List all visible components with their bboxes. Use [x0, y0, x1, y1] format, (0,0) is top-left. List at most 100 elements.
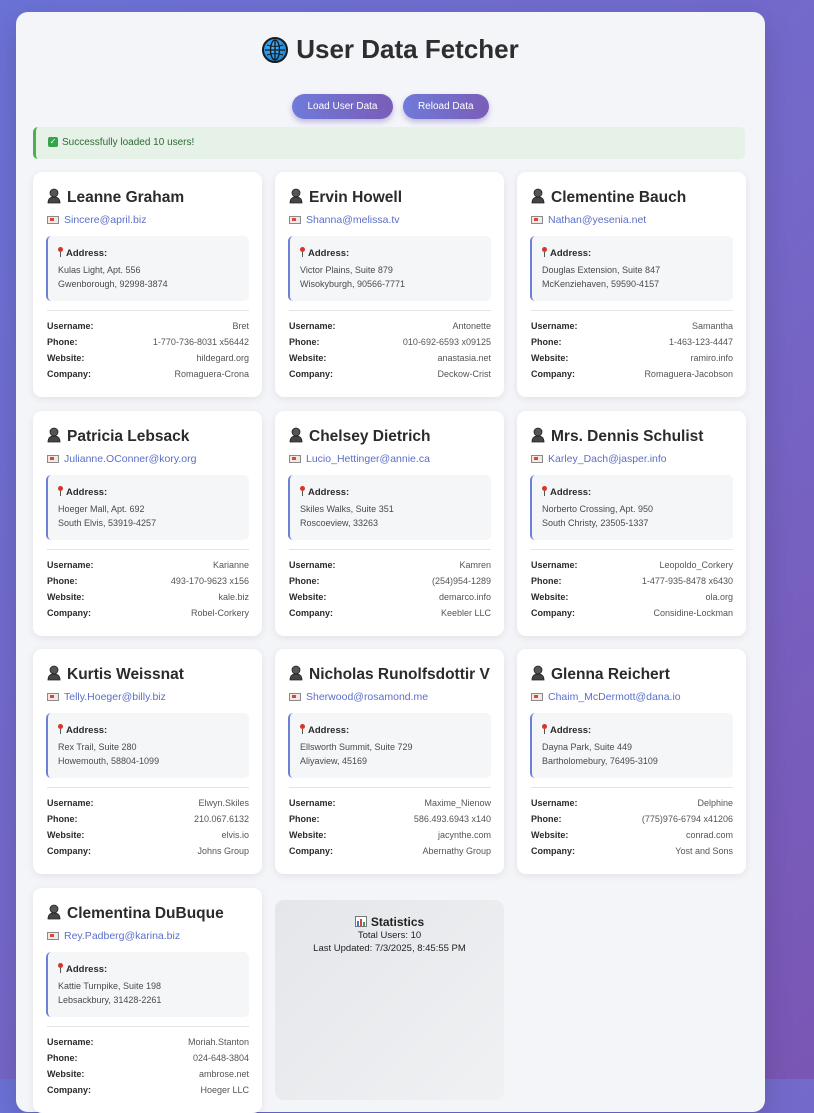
- website-row: Website: ola.org: [531, 592, 733, 602]
- address-box: Address: Skiles Walks, Suite 351 Roscoev…: [288, 475, 491, 540]
- user-email[interactable]: Nathan@yesenia.net: [531, 214, 646, 226]
- address-box: Address: Hoeger Mall, Apt. 692 South Elv…: [46, 475, 249, 540]
- pin-icon: [58, 724, 63, 734]
- page-title: User Data Fetcher: [296, 34, 519, 64]
- website-value: ola.org: [705, 592, 733, 602]
- envelope-icon: [289, 455, 301, 464]
- username-value: Samantha: [691, 321, 733, 331]
- user-card: Chelsey Dietrich Lucio_Hettinger@annie.c…: [275, 411, 504, 636]
- company-row: Company: Deckow-Crist: [289, 369, 491, 379]
- pin-icon: [542, 247, 547, 257]
- company-row: Company: Considine-Lockman: [531, 608, 733, 618]
- address-line-1: Kulas Light, Apt. 556: [58, 265, 141, 275]
- header: User Data Fetcher: [16, 34, 765, 64]
- person-icon: [47, 665, 61, 681]
- address-label: Address:: [308, 487, 350, 498]
- address-box: Address: Kattie Turnpike, Suite 198 Lebs…: [46, 952, 249, 1017]
- username-row: Username: Maxime_Nienow: [289, 798, 491, 808]
- address-label: Address:: [66, 248, 108, 259]
- website-value: kale.biz: [218, 592, 249, 602]
- website-row: Website: anastasia.net: [289, 353, 491, 363]
- phone-value: 024-648-3804: [192, 1053, 249, 1063]
- address-label: Address:: [66, 725, 108, 736]
- user-email[interactable]: Chaim_McDermott@dana.io: [531, 691, 681, 703]
- username-row: Username: Moriah.Stanton: [47, 1037, 249, 1047]
- user-email[interactable]: Karley_Dach@jasper.info: [531, 453, 667, 465]
- user-card: Glenna Reichert Chaim_McDermott@dana.io …: [517, 649, 746, 874]
- username-row: Username: Leopoldo_Corkery: [531, 560, 733, 570]
- user-email[interactable]: Rey.Padberg@karina.biz: [47, 930, 180, 942]
- user-email[interactable]: Julianne.OConner@kory.org: [47, 453, 196, 465]
- company-value: Romaguera-Jacobson: [644, 369, 733, 379]
- load-user-data-button[interactable]: Load User Data: [292, 94, 393, 119]
- website-value: hildegard.org: [196, 353, 249, 363]
- person-icon: [289, 665, 303, 681]
- person-icon: [289, 188, 303, 204]
- company-row: Company: Johns Group: [47, 846, 249, 856]
- person-icon: [531, 427, 545, 443]
- company-value: Keebler LLC: [440, 608, 491, 618]
- website-value: conrad.com: [685, 830, 733, 840]
- envelope-icon: [289, 216, 301, 225]
- pin-icon: [58, 963, 63, 973]
- main-panel: User Data Fetcher Load User Data Reload …: [16, 12, 765, 1113]
- address-line-1: Victor Plains, Suite 879: [300, 265, 393, 275]
- company-value: Johns Group: [197, 846, 249, 856]
- company-value: Considine-Lockman: [653, 608, 733, 618]
- user-email[interactable]: Telly.Hoeger@billy.biz: [47, 691, 166, 703]
- statistics-card: Statistics Total Users: 10 Last Updated:…: [275, 900, 504, 1100]
- address-line-2: Roscoeview, 33263: [300, 518, 379, 528]
- person-icon: [47, 188, 61, 204]
- address-line-2: Aliyaview, 45169: [300, 756, 368, 766]
- address-line-1: Dayna Park, Suite 449: [542, 742, 633, 752]
- pin-icon: [300, 247, 305, 257]
- user-email[interactable]: Shanna@melissa.tv: [289, 214, 400, 226]
- address-line-2: Bartholomebury, 76495-3109: [542, 756, 658, 766]
- address-box: Address: Victor Plains, Suite 879 Wisoky…: [288, 236, 491, 301]
- user-email[interactable]: Sincere@april.biz: [47, 214, 146, 226]
- user-name: Ervin Howell: [289, 188, 402, 207]
- website-value: ambrose.net: [198, 1069, 249, 1079]
- status-text: Successfully loaded 10 users!: [62, 137, 195, 148]
- user-card: Kurtis Weissnat Telly.Hoeger@billy.biz A…: [33, 649, 262, 874]
- phone-value: 1-463-123-4447: [668, 337, 733, 347]
- envelope-icon: [47, 216, 59, 225]
- phone-value: 1-770-736-8031 x56442: [152, 337, 249, 347]
- pin-icon: [58, 247, 63, 257]
- address-label: Address:: [308, 248, 350, 259]
- last-updated: Last Updated: 7/3/2025, 8:45:55 PM: [313, 943, 466, 954]
- username-row: Username: Samantha: [531, 321, 733, 331]
- username-row: Username: Delphine: [531, 798, 733, 808]
- website-value: jacynthe.com: [437, 830, 491, 840]
- address-box: Address: Douglas Extension, Suite 847 Mc…: [530, 236, 733, 301]
- address-line-2: Gwenborough, 92998-3874: [58, 279, 168, 289]
- website-row: Website: hildegard.org: [47, 353, 249, 363]
- address-box: Address: Kulas Light, Apt. 556 Gwenborou…: [46, 236, 249, 301]
- username-row: Username: Bret: [47, 321, 249, 331]
- user-email[interactable]: Lucio_Hettinger@annie.ca: [289, 453, 430, 465]
- phone-row: Phone: 010-692-6593 x09125: [289, 337, 491, 347]
- address-line-1: Ellsworth Summit, Suite 729: [300, 742, 413, 752]
- user-name: Kurtis Weissnat: [47, 665, 184, 684]
- address-line-1: Kattie Turnpike, Suite 198: [58, 981, 162, 991]
- user-name: Clementina DuBuque: [47, 904, 224, 923]
- phone-value: 010-692-6593 x09125: [402, 337, 491, 347]
- address-line-2: South Elvis, 53919-4257: [58, 518, 157, 528]
- website-value: demarco.info: [438, 592, 491, 602]
- address-label: Address:: [550, 725, 592, 736]
- envelope-icon: [531, 455, 543, 464]
- user-name: Mrs. Dennis Schulist: [531, 427, 703, 446]
- phone-value: (254)954-1289: [431, 576, 491, 586]
- address-line-2: McKenziehaven, 59590-4157: [542, 279, 660, 289]
- user-email[interactable]: Sherwood@rosamond.me: [289, 691, 428, 703]
- username-value: Maxime_Nienow: [424, 798, 491, 808]
- user-card: Clementine Bauch Nathan@yesenia.net Addr…: [517, 172, 746, 397]
- phone-row: Phone: 1-463-123-4447: [531, 337, 733, 347]
- address-label: Address:: [66, 487, 108, 498]
- user-card: Clementina DuBuque Rey.Padberg@karina.bi…: [33, 888, 262, 1113]
- divider: [531, 787, 733, 788]
- company-row: Company: Yost and Sons: [531, 846, 733, 856]
- company-value: Romaguera-Crona: [174, 369, 249, 379]
- reload-data-button[interactable]: Reload Data: [402, 94, 489, 119]
- username-value: Kamren: [459, 560, 491, 570]
